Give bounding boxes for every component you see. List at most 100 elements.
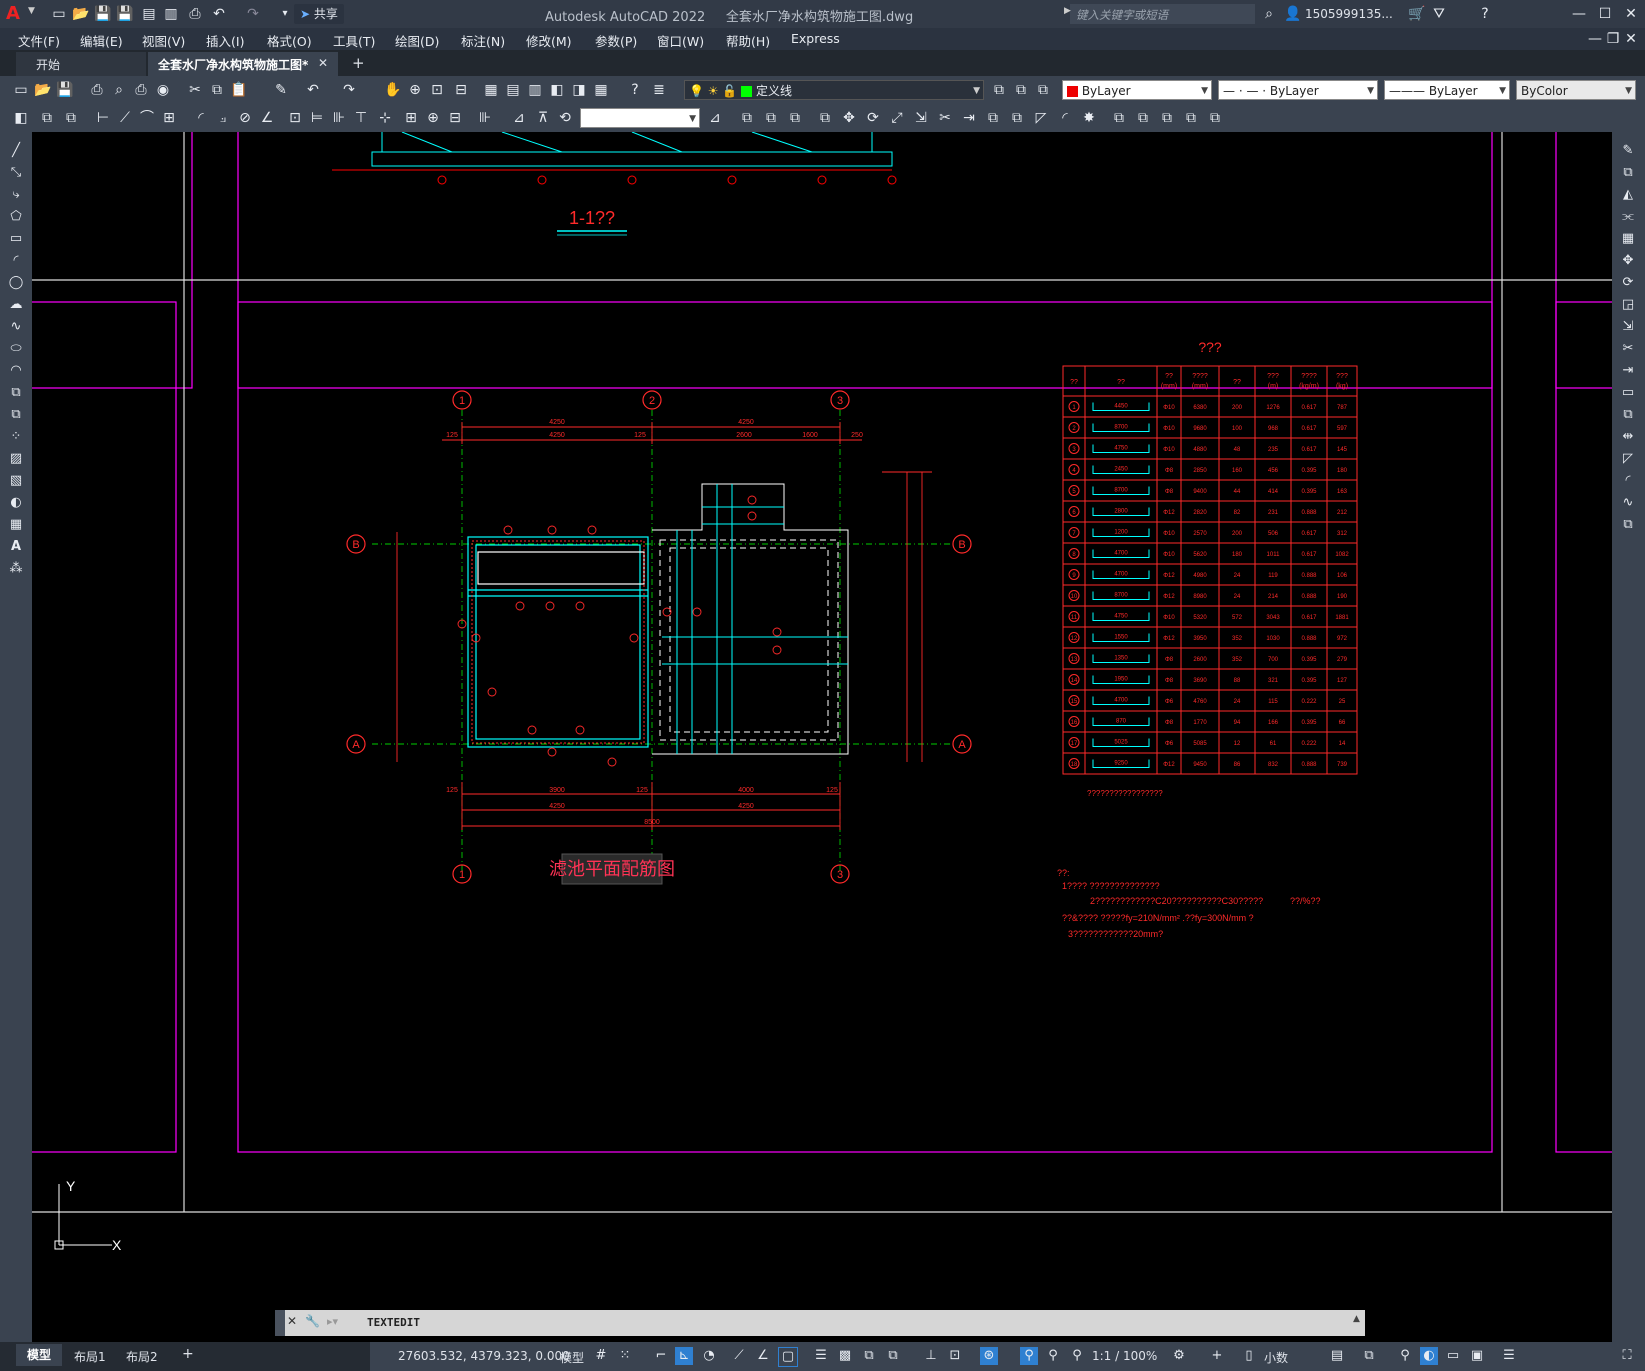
plot-tb-icon[interactable]: ⎙ xyxy=(88,81,106,99)
explode-r-icon[interactable]: ⧉ xyxy=(1619,516,1637,534)
dimstyle-dropdown[interactable]: ▼ xyxy=(580,108,700,128)
auto-scale-icon[interactable]: ⚲ xyxy=(1044,1347,1062,1365)
ellipse-arc-icon[interactable]: ◠ xyxy=(7,362,25,380)
undo-tb-icon[interactable]: ↶ xyxy=(304,81,322,99)
doc-minimize-icon[interactable]: — xyxy=(1586,30,1604,48)
annotation-visibility-icon[interactable]: ⚲ xyxy=(1020,1347,1038,1365)
make-current-icon[interactable]: ⧉ xyxy=(990,81,1008,99)
array-r-icon[interactable]: ▦ xyxy=(1619,230,1637,248)
share-button[interactable]: ➤ 共享 xyxy=(294,4,344,24)
menu-window[interactable]: 窗口(W) xyxy=(657,31,704,50)
scale-mod-icon[interactable]: ⤢ xyxy=(888,109,906,127)
undo-icon[interactable]: ↶ xyxy=(210,5,228,23)
menu-modify[interactable]: 修改(M) xyxy=(526,31,572,50)
chamfer-r-icon[interactable]: ◸ xyxy=(1619,450,1637,468)
inspect-icon[interactable]: ⊟ xyxy=(446,109,464,127)
snap-icon[interactable]: ⁙ xyxy=(616,1347,634,1365)
workspace-gear-icon[interactable]: ⚙ xyxy=(1170,1347,1188,1365)
minimize-icon[interactable]: — xyxy=(1570,5,1588,23)
user-name[interactable]: 1505999135... xyxy=(1305,7,1393,21)
attribute-icon[interactable]: ⧉ xyxy=(1206,109,1224,127)
3d-dwf-icon[interactable]: ◉ xyxy=(154,81,172,99)
tab-close-icon[interactable]: ✕ xyxy=(318,56,328,70)
match-prop-icon[interactable]: ✎ xyxy=(272,81,290,99)
save-as-icon[interactable]: 💾 xyxy=(116,5,134,23)
pan-icon[interactable]: ✋ xyxy=(384,81,402,99)
close-icon[interactable]: ✕ xyxy=(1622,5,1640,23)
dim-text-edit-icon[interactable]: ⊼ xyxy=(534,109,552,127)
layer-manager-icon[interactable]: ≣ xyxy=(650,81,668,99)
linetype-dropdown[interactable]: — · — · ByLayer ▼ xyxy=(1218,80,1378,100)
offset-icon[interactable]: ⧉ xyxy=(786,109,804,127)
revcloud-icon[interactable]: ☁ xyxy=(7,296,25,314)
dim-continue-icon[interactable]: ⊪ xyxy=(330,109,348,127)
transparency-icon[interactable]: ▩ xyxy=(836,1347,854,1365)
cut-icon[interactable]: ✂ xyxy=(186,81,204,99)
move-mod-icon[interactable]: ✥ xyxy=(840,109,858,127)
layer-walk-icon[interactable]: ⧉ xyxy=(38,109,56,127)
dim-radius-icon[interactable]: ◜ xyxy=(192,109,210,127)
spline-icon[interactable]: ∿ xyxy=(7,318,25,336)
block-editor-icon[interactable]: ⧉ xyxy=(1182,109,1200,127)
open-folder-icon[interactable]: 📂 xyxy=(72,5,90,23)
units-value[interactable]: 小数 xyxy=(1264,1349,1288,1366)
dim-angular-icon[interactable]: ∠ xyxy=(258,109,276,127)
layer-iso-icon[interactable]: ⧉ xyxy=(62,109,80,127)
open-icon[interactable]: 📂 xyxy=(34,81,52,99)
plotstyle-dropdown[interactable]: ByColor ▼ xyxy=(1516,80,1636,100)
fillet-r-icon[interactable]: ◜ xyxy=(1619,472,1637,490)
app-menu-chevron-icon[interactable]: ▼ xyxy=(28,6,35,16)
cmd-scroll-icon[interactable]: ▲ xyxy=(1353,1314,1360,1324)
menu-edit[interactable]: 编辑(E) xyxy=(80,31,123,50)
tab-start[interactable]: 开始 xyxy=(16,52,146,76)
dim-ordinate-icon[interactable]: ⊞ xyxy=(160,109,178,127)
preview-icon[interactable]: ⌕ xyxy=(110,81,128,99)
region-draw-icon[interactable]: ◐ xyxy=(7,494,25,512)
fullscreen-icon[interactable]: ⛶ xyxy=(1618,1347,1636,1365)
blend-icon[interactable]: ∿ xyxy=(1619,494,1637,512)
hardware-accel-icon[interactable]: ◐ xyxy=(1420,1347,1438,1365)
stretch-icon[interactable]: ⇲ xyxy=(912,109,930,127)
cmd-customize-icon[interactable]: 🔧 xyxy=(305,1314,320,1328)
menu-file[interactable]: 文件(F) xyxy=(18,31,60,50)
units-icon[interactable]: ▯ xyxy=(1240,1347,1258,1365)
calculator-icon[interactable]: ▦ xyxy=(592,81,610,99)
save-icon[interactable]: 💾 xyxy=(94,5,112,23)
construction-line-icon[interactable]: ⤡ xyxy=(7,164,25,182)
zoom-realtime-icon[interactable]: ⊕ xyxy=(406,81,424,99)
menu-tools[interactable]: 工具(T) xyxy=(333,31,375,50)
extend-r-icon[interactable]: ⇥ xyxy=(1619,362,1637,380)
grid-icon[interactable]: # xyxy=(592,1347,610,1365)
tolerance-icon[interactable]: ⊞ xyxy=(402,109,420,127)
maximize-icon[interactable]: ☐ xyxy=(1596,5,1614,23)
zoom-previous-icon[interactable]: ⊟ xyxy=(452,81,470,99)
doc-close-icon[interactable]: ✕ xyxy=(1622,30,1640,48)
drawing-canvas[interactable]: 1-1?? 1 2 3 1 2 3 B A B A xyxy=(32,132,1612,1342)
help-icon[interactable]: ? xyxy=(1476,5,1494,23)
customize-qat-icon[interactable]: ▾ xyxy=(276,5,294,23)
break-point-icon[interactable]: ▭ xyxy=(1619,384,1637,402)
join-r-icon[interactable]: ⇹ xyxy=(1619,428,1637,446)
color-dropdown[interactable]: ByLayer ▼ xyxy=(1062,80,1212,100)
gradient-icon[interactable]: ▧ xyxy=(7,472,25,490)
arc-icon[interactable]: ◜ xyxy=(7,252,25,270)
join-icon[interactable]: ⧉ xyxy=(1008,109,1026,127)
annotation-monitor-icon[interactable]: + xyxy=(1208,1347,1226,1365)
new-file-icon[interactable]: ▭ xyxy=(50,5,68,23)
qnew-icon[interactable]: ▭ xyxy=(12,81,30,99)
mtext-icon[interactable]: A xyxy=(7,538,25,556)
autocad-logo-icon[interactable]: A xyxy=(6,4,26,24)
redo-tb-icon[interactable]: ↷ xyxy=(340,81,358,99)
annotation-scale-value[interactable]: 1:1 / 100% xyxy=(1092,1349,1157,1363)
copy-mod-icon[interactable]: ⧉ xyxy=(738,109,756,127)
tab-add-layout[interactable]: + xyxy=(182,1346,194,1362)
isodraft-icon[interactable]: ⟋ xyxy=(730,1347,748,1365)
dim-arc-icon[interactable]: ⌒ xyxy=(138,109,156,127)
dim-space-icon[interactable]: ⊤ xyxy=(352,109,370,127)
chamfer-icon[interactable]: ◸ xyxy=(1032,109,1050,127)
copy-icon[interactable]: ⧉ xyxy=(208,81,226,99)
web-open-icon[interactable]: ▤ xyxy=(140,5,158,23)
menu-insert[interactable]: 插入(I) xyxy=(206,31,244,50)
dim-update-icon[interactable]: ⟲ xyxy=(556,109,574,127)
markup-icon[interactable]: ◨ xyxy=(570,81,588,99)
